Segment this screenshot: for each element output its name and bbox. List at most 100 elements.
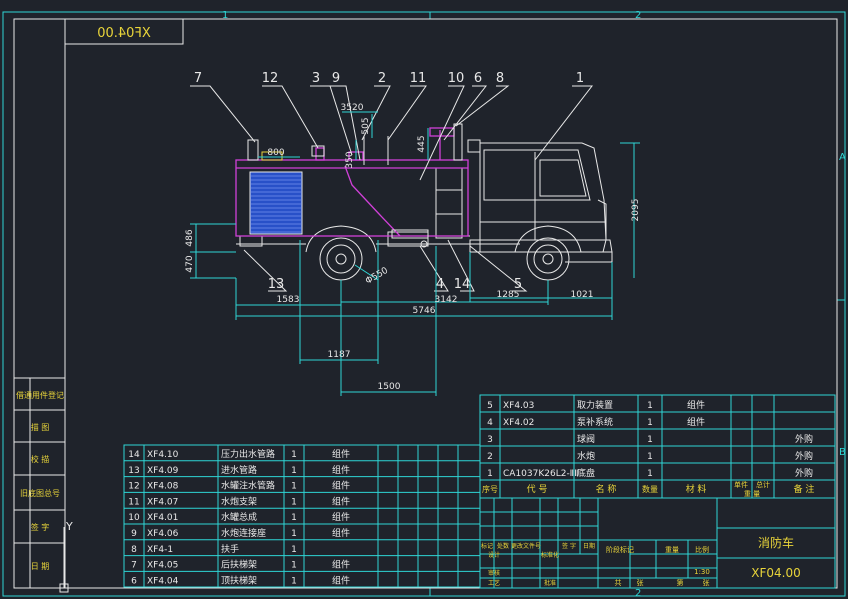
tb-mark: 标记 xyxy=(481,542,493,550)
dimension-1285: 1285 xyxy=(497,290,520,300)
left-bom-qty: 1 xyxy=(291,545,297,555)
right-bom-material: 组件 xyxy=(687,399,705,411)
left-bom-name: 水罐总成 xyxy=(221,511,257,523)
zone-label-2-bottom: 2 xyxy=(635,588,641,599)
right-bom-material: 组件 xyxy=(687,416,705,428)
bom-header-total-weight: 总计 xyxy=(756,480,770,489)
balloon-1: 1 xyxy=(576,71,584,86)
dimension-1021: 1021 xyxy=(571,290,594,300)
dimension-470: 470 xyxy=(185,255,195,272)
balloon-12: 12 xyxy=(262,71,279,86)
left-bom-type: 组件 xyxy=(332,495,350,507)
left-bom-no: 6 xyxy=(131,576,137,586)
tb-standardization: 标准化 xyxy=(541,551,559,559)
dimension-3142: 3142 xyxy=(435,295,458,305)
left-bom-code: XF4.05 xyxy=(147,561,178,571)
left-bom-no: 9 xyxy=(131,529,137,539)
left-bom-no: 7 xyxy=(131,561,137,571)
side-label: 旧底图总号 xyxy=(20,488,60,498)
left-bom-code: XF4.07 xyxy=(147,497,178,507)
right-bom-qty: 1 xyxy=(647,401,653,411)
balloon-11: 11 xyxy=(410,71,427,86)
side-label: 描 图 xyxy=(31,422,50,432)
tb-date: 日期 xyxy=(583,542,595,550)
left-bom-type: 组件 xyxy=(332,574,350,586)
right-bom-note: 外购 xyxy=(795,433,813,445)
side-registration-column xyxy=(13,377,66,589)
left-bom-type: 组件 xyxy=(332,448,350,460)
left-bom-code: XF4.09 xyxy=(147,466,179,476)
zone-label-A: A xyxy=(839,152,846,163)
tb-ratio: 比例 xyxy=(695,545,709,554)
drawing-number-mirrored: XF04.00 xyxy=(97,26,151,41)
tb-sheet: 张 xyxy=(637,578,644,587)
left-bom-type: 组件 xyxy=(332,511,350,523)
left-bom-qty: 1 xyxy=(291,561,297,571)
pump-room-shutter xyxy=(249,171,303,235)
drawing-title: 消防车 xyxy=(758,535,794,550)
right-bom-no: 5 xyxy=(487,401,493,411)
left-bom-qty: 1 xyxy=(291,497,297,507)
balloon-9: 9 xyxy=(332,71,340,86)
drawing-number: XF04.00 xyxy=(751,566,800,580)
left-bom-code: XF4.10 xyxy=(147,450,179,460)
tb-stage-mark: 阶段标记 xyxy=(606,545,634,554)
zone-label-B: B xyxy=(839,447,846,458)
tb-weight: 重量 xyxy=(665,546,679,554)
left-bom-qty: 1 xyxy=(291,482,297,492)
left-bom-type: 组件 xyxy=(332,480,350,492)
side-label: 签 字 xyxy=(31,522,50,532)
right-bom-no: 2 xyxy=(487,452,493,462)
right-bom-qty: 1 xyxy=(647,435,653,445)
side-label: 借通用件登记 xyxy=(16,390,64,400)
balloon-8: 8 xyxy=(496,71,504,86)
left-bom-name: 压力出水管路 xyxy=(221,448,275,460)
balloon-4: 4 xyxy=(436,277,444,292)
svg-text:Y: Y xyxy=(65,520,73,533)
bom-header-name: 名 称 xyxy=(596,483,617,495)
tb-count: 处数 xyxy=(497,542,509,550)
dimension-1187: 1187 xyxy=(328,350,351,360)
ucs-icon: Y xyxy=(59,520,120,593)
right-bom-code: XF4.02 xyxy=(503,418,534,428)
right-bom-note: 外购 xyxy=(795,450,813,462)
left-bom-name: 水炮连接座 xyxy=(221,527,266,539)
left-bom-no: 13 xyxy=(128,466,139,476)
right-bom-name: 水炮 xyxy=(577,450,595,462)
dimension-phi: Φ550 xyxy=(364,266,390,287)
tb-process: 工艺 xyxy=(488,579,500,587)
left-bom-type: 组件 xyxy=(332,527,350,539)
right-bom-name: 泵补系统 xyxy=(577,416,613,428)
left-bom-code: XF4.08 xyxy=(147,482,179,492)
left-bom-qty: 1 xyxy=(291,466,297,476)
right-bom-no: 1 xyxy=(487,469,493,479)
dimension-445: 445 xyxy=(417,135,427,152)
dimension-486: 486 xyxy=(185,229,195,246)
tb-design: 设计 xyxy=(488,551,500,559)
dimension-350: 350 xyxy=(345,151,355,168)
dimension-505: 505 xyxy=(361,117,371,134)
right-bom-code: XF4.03 xyxy=(503,401,534,411)
bom-header-note: 备 注 xyxy=(794,483,815,495)
left-bom-code: XF4.04 xyxy=(147,576,179,586)
balloon-13: 13 xyxy=(268,277,285,292)
scale-value: 1:30 xyxy=(694,568,710,576)
dimension-1583: 1583 xyxy=(277,295,300,305)
left-bom-name: 水罐注水管路 xyxy=(221,480,275,492)
side-label: 日 期 xyxy=(31,562,50,571)
dimension-1500: 1500 xyxy=(378,382,401,392)
dimension-800: 800 xyxy=(267,148,284,158)
front-wheel xyxy=(514,225,582,281)
balloon-3: 3 xyxy=(312,71,320,86)
left-bom-type: 组件 xyxy=(332,464,350,476)
left-bom-name: 扶手 xyxy=(221,543,239,555)
tb-review: 审核 xyxy=(488,569,500,577)
right-bom-qty: 1 xyxy=(647,469,653,479)
right-bom-name: 底盘 xyxy=(577,467,595,479)
right-bom-name: 取力装置 xyxy=(577,399,613,411)
bom-header-code: 代 号 xyxy=(527,484,548,495)
right-bom-name: 球阀 xyxy=(577,433,595,445)
right-bom-qty: 1 xyxy=(647,418,653,428)
left-bom-code: XF4.06 xyxy=(147,529,179,539)
dimension-3520: 3520 xyxy=(341,103,364,113)
